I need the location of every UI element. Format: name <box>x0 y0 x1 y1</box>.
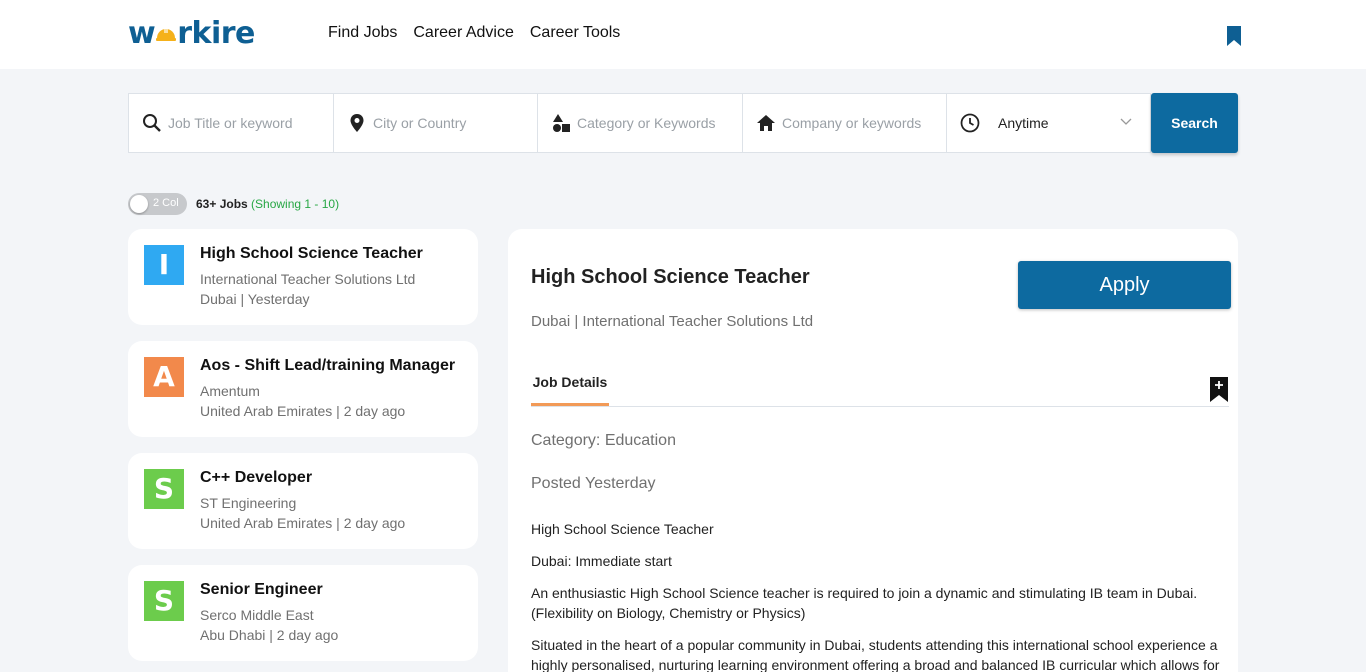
job-location-date: United Arab Emirates | 2 day ago <box>200 515 406 531</box>
search-icon <box>143 114 161 132</box>
description-paragraph: High School Science Teacher <box>531 521 714 537</box>
job-card[interactable]: S Senior Engineer Serco Middle East Abu … <box>128 565 478 661</box>
job-company: International Teacher Solutions Ltd <box>200 271 416 287</box>
bookmark-add-icon[interactable] <box>1210 377 1228 402</box>
category-field <box>538 94 743 152</box>
job-company: Amentum <box>200 383 260 399</box>
nav-career-tools[interactable]: Career Tools <box>530 22 620 44</box>
job-detail-panel: High School Science Teacher Dubai | Inte… <box>508 229 1238 672</box>
main-nav: Find Jobs Career Advice Career Tools <box>328 22 620 44</box>
city-field <box>334 94 538 152</box>
detail-description: High School Science Teacher Dubai: Immed… <box>531 519 1231 672</box>
search-button[interactable]: Search <box>1151 93 1238 153</box>
chevron-down-icon <box>1120 118 1132 125</box>
job-company: ST Engineering <box>200 495 297 511</box>
company-field <box>743 94 947 152</box>
job-location-date: United Arab Emirates | 2 day ago <box>200 403 406 419</box>
detail-category: Category: Education <box>531 432 676 449</box>
job-card[interactable]: S C++ Developer ST Engineering United Ar… <box>128 453 478 549</box>
logo-text-end: rkire <box>177 16 255 51</box>
job-company: Serco Middle East <box>200 607 314 623</box>
description-paragraph: Situated in the heart of a popular commu… <box>531 637 1220 672</box>
description-paragraph: An enthusiastic High School Science teac… <box>531 585 1198 621</box>
clock-icon <box>960 113 980 133</box>
jobs-count: 63+ Jobs (Showing 1 - 10) <box>196 197 339 211</box>
detail-job-title: High School Science Teacher <box>531 266 810 288</box>
search-bar: Anytime <box>128 93 1151 153</box>
job-title-field <box>129 94 334 152</box>
workire-logo[interactable]: w rkire <box>128 16 255 52</box>
time-select[interactable]: Anytime <box>947 94 1150 152</box>
shapes-icon <box>553 114 570 132</box>
logo-text-start: w <box>128 16 156 51</box>
detail-tabs: Job Details <box>531 359 1229 407</box>
location-pin-icon <box>350 114 364 132</box>
job-card[interactable]: A Aos - Shift Lead/training Manager Amen… <box>128 341 478 437</box>
description-paragraph: Dubai: Immediate start <box>531 553 672 569</box>
company-logo: S <box>144 469 184 509</box>
job-card[interactable]: I High School Science Teacher Internatio… <box>128 229 478 325</box>
jobs-showing-range: (Showing 1 - 10) <box>251 197 340 211</box>
site-header: w rkire Find Jobs Career Advice Career T… <box>0 0 1366 69</box>
detail-location-company: Dubai | International Teacher Solutions … <box>531 313 814 330</box>
job-title[interactable]: Aos - Shift Lead/training Manager <box>200 357 455 375</box>
two-column-toggle[interactable]: 2 Col <box>128 193 187 215</box>
toggle-label: 2 Col <box>153 197 179 209</box>
hardhat-logo-icon <box>155 23 177 45</box>
toggle-knob <box>130 195 148 213</box>
time-select-value: Anytime <box>998 115 1049 131</box>
nav-find-jobs[interactable]: Find Jobs <box>328 22 397 44</box>
company-logo: S <box>144 581 184 621</box>
apply-button[interactable]: Apply <box>1018 261 1231 309</box>
job-title[interactable]: C++ Developer <box>200 469 312 487</box>
job-location-date: Dubai | Yesterday <box>200 291 310 307</box>
home-icon <box>757 115 775 131</box>
job-title[interactable]: High School Science Teacher <box>200 245 423 263</box>
detail-posted: Posted Yesterday <box>531 475 656 492</box>
job-location-date: Abu Dhabi | 2 day ago <box>200 627 339 643</box>
jobs-total: 63+ Jobs <box>196 197 248 211</box>
company-logo: I <box>144 245 184 285</box>
tab-job-details[interactable]: Job Details <box>531 359 609 406</box>
bookmark-icon[interactable] <box>1226 26 1242 46</box>
company-logo: A <box>144 357 184 397</box>
job-title[interactable]: Senior Engineer <box>200 581 323 599</box>
nav-career-advice[interactable]: Career Advice <box>413 22 514 44</box>
